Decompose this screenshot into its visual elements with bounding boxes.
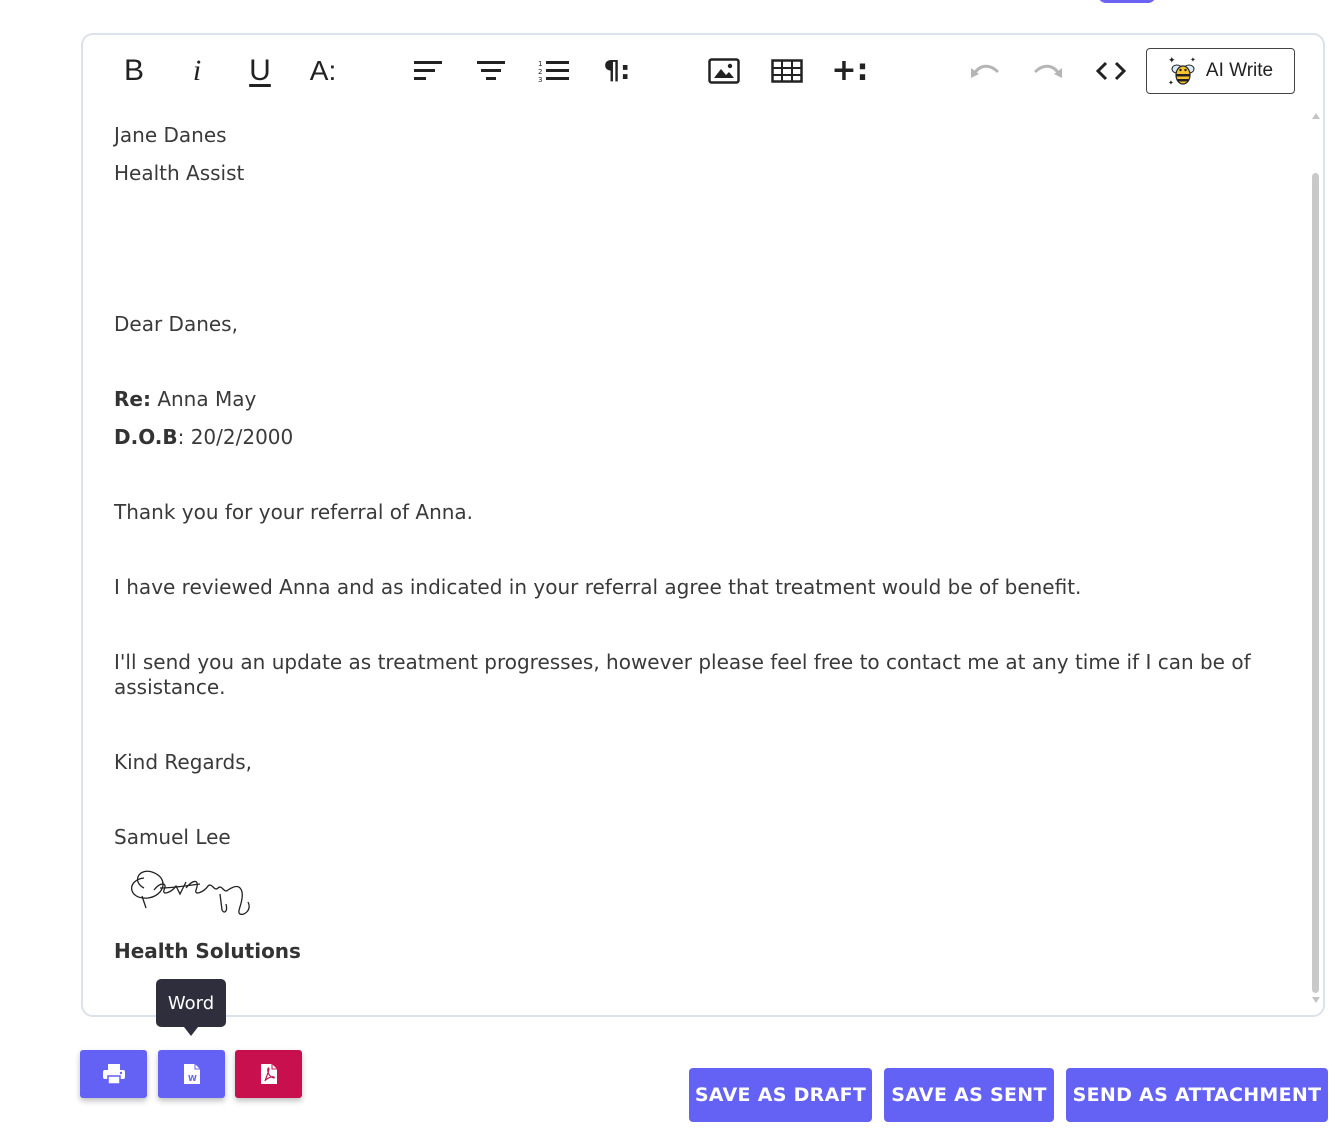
top-tab-indicator [1098, 0, 1156, 3]
dob-value: : 20/2/2000 [177, 425, 294, 449]
svg-text:1: 1 [538, 60, 542, 68]
paragraph-icon: ¶: [603, 56, 631, 86]
recipient-name: Jane Danes [114, 123, 227, 147]
closing: Kind Regards, [114, 750, 252, 774]
undo-button[interactable] [963, 49, 1007, 93]
pdf-file-icon [260, 1064, 277, 1084]
align-center-icon [477, 61, 505, 80]
align-left-icon [414, 61, 442, 80]
ai-write-label: AI Write [1205, 60, 1274, 81]
export-word-button[interactable]: W [158, 1050, 225, 1098]
printer-icon [102, 1064, 125, 1085]
svg-text:W: W [188, 1074, 197, 1083]
bold-icon: B [123, 54, 144, 87]
ordered-list-button[interactable]: 123 [532, 49, 576, 93]
rich-text-editor: B i U A: 123 ¶: +: ✦ ✦ ✦ AI Write Jane D… [81, 33, 1325, 1017]
image-icon [708, 58, 740, 84]
re-line: Re: Anna May [114, 387, 256, 411]
underline-icon: U [249, 54, 271, 87]
bee-icon: ✦ ✦ ✦ [1168, 56, 1196, 87]
salutation: Dear Danes, [114, 312, 238, 336]
bold-button[interactable]: B [112, 49, 156, 93]
re-label: Re: [114, 387, 151, 411]
italic-button[interactable]: i [175, 49, 219, 93]
save-as-draft-button[interactable]: SAVE AS DRAFT [689, 1068, 872, 1122]
editor-scrollbar[interactable] [1309, 111, 1323, 1007]
editor-toolbar: B i U A: 123 ¶: +: ✦ ✦ ✦ AI Write [83, 35, 1323, 111]
svg-text:✦: ✦ [1168, 79, 1174, 87]
svg-text:✦: ✦ [1190, 56, 1196, 64]
scroll-down-arrow-icon[interactable] [1312, 997, 1320, 1003]
redo-button[interactable] [1026, 49, 1070, 93]
redo-icon [1033, 64, 1062, 78]
svg-text:✦: ✦ [1168, 56, 1176, 66]
dob-label: D.O.B [114, 425, 178, 449]
code-view-button[interactable] [1089, 49, 1133, 93]
word-tooltip: Word [156, 979, 226, 1036]
align-left-button[interactable] [406, 49, 450, 93]
re-value: Anna May [150, 387, 257, 411]
signature-image [131, 870, 250, 916]
undo-icon [971, 64, 1000, 78]
signer-organization: Health Solutions [114, 939, 301, 963]
word-file-icon: W [183, 1064, 200, 1084]
code-icon [1095, 61, 1127, 81]
dob-line: D.O.B: 20/2/2000 [114, 425, 293, 449]
svg-text:3: 3 [538, 76, 542, 83]
scroll-up-arrow-icon[interactable] [1312, 113, 1320, 119]
insert-more-button[interactable]: +: [828, 49, 872, 93]
svg-text:2: 2 [538, 68, 542, 76]
align-center-button[interactable] [469, 49, 513, 93]
insert-image-button[interactable] [702, 49, 746, 93]
table-icon [771, 59, 803, 83]
ai-write-button[interactable]: ✦ ✦ ✦ AI Write [1146, 48, 1295, 94]
paragraph-2: I have reviewed Anna and as indicated in… [114, 575, 1082, 599]
paragraph-3: I'll send you an update as treatment pro… [114, 650, 1251, 699]
paragraph-format-button[interactable]: ¶: [595, 49, 639, 93]
paragraph-1: Thank you for your referral of Anna. [114, 500, 474, 524]
signer-name: Samuel Lee [114, 825, 231, 849]
save-as-sent-button[interactable]: SAVE AS SENT [884, 1068, 1054, 1122]
scroll-thumb[interactable] [1312, 173, 1319, 993]
export-pdf-button[interactable] [235, 1050, 302, 1098]
print-button[interactable] [80, 1050, 147, 1098]
underline-button[interactable]: U [238, 49, 282, 93]
plus-more-icon: +: [831, 53, 869, 88]
send-as-attachment-button[interactable]: SEND AS ATTACHMENT [1066, 1068, 1328, 1122]
ordered-list-icon: 123 [538, 60, 569, 83]
italic-icon: i [192, 54, 202, 87]
font-size-button[interactable]: A: [301, 49, 345, 93]
recipient-organization: Health Assist [114, 161, 245, 185]
font-size-icon: A: [309, 55, 337, 86]
insert-table-button[interactable] [765, 49, 809, 93]
